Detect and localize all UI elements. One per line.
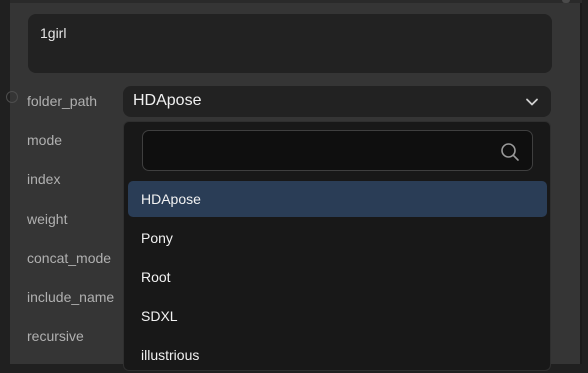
dropdown-search-input[interactable] bbox=[143, 131, 483, 170]
search-icon[interactable] bbox=[500, 142, 520, 162]
input-slot-icon[interactable] bbox=[6, 91, 18, 103]
chevron-down-icon bbox=[526, 98, 538, 106]
folder-path-value: HDApose bbox=[133, 92, 202, 109]
folder-path-dropdown: HDApose Pony Root SDXL illustrious bbox=[123, 121, 551, 371]
dropdown-option-root[interactable]: Root bbox=[128, 259, 547, 295]
option-label: Root bbox=[141, 269, 171, 285]
label-recursive: recursive bbox=[27, 328, 84, 344]
label-concat-mode: concat_mode bbox=[27, 250, 112, 266]
dropdown-option-pony[interactable]: Pony bbox=[128, 220, 547, 256]
prompt-textarea[interactable]: 1girl bbox=[28, 14, 552, 73]
option-label: illustrious bbox=[141, 347, 200, 363]
label-index: index bbox=[27, 171, 61, 187]
label-include-name: include_name bbox=[27, 289, 115, 305]
dropdown-search[interactable] bbox=[142, 130, 533, 171]
dropdown-option-hdapose[interactable]: HDApose bbox=[128, 181, 547, 217]
label-mode: mode bbox=[27, 132, 63, 148]
prompt-text: 1girl bbox=[40, 25, 67, 41]
dropdown-option-illustrious[interactable]: illustrious bbox=[128, 337, 547, 373]
label-weight: weight bbox=[27, 211, 68, 227]
folder-path-select[interactable]: HDApose bbox=[123, 86, 551, 117]
label-folder-path: folder_path bbox=[27, 93, 98, 109]
dropdown-option-sdxl[interactable]: SDXL bbox=[128, 298, 547, 334]
option-label: HDApose bbox=[141, 191, 201, 207]
node-top-edge bbox=[10, 0, 582, 3]
option-label: Pony bbox=[141, 230, 173, 246]
option-label: SDXL bbox=[141, 308, 178, 324]
